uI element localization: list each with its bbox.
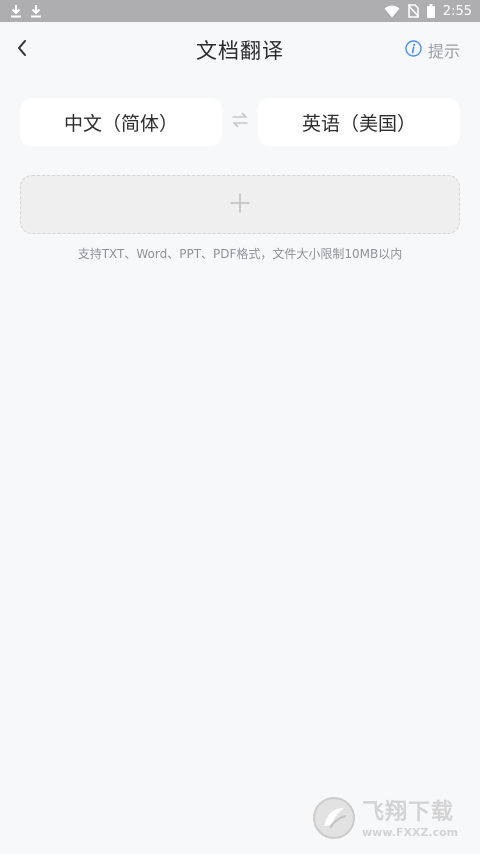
- chevron-left-icon: [16, 39, 28, 61]
- wifi-icon: [384, 5, 400, 18]
- hint-label: 提示: [427, 42, 460, 61]
- watermark-url: www.FXXZ.com: [362, 826, 459, 839]
- hint-button[interactable]: 提示: [405, 38, 460, 62]
- source-language-button[interactable]: 中文（简体）: [20, 98, 222, 146]
- no-sim-icon: [407, 4, 419, 18]
- battery-icon: [426, 4, 435, 18]
- watermark: 飞翔下载 www.FXXZ.com: [312, 796, 472, 844]
- watermark-logo-icon: [312, 796, 356, 844]
- status-bar: 2:55: [0, 0, 480, 22]
- header: 文档翻译 提示: [0, 22, 480, 78]
- status-time: 2:55: [442, 3, 472, 19]
- download-icon: [10, 4, 22, 18]
- back-button[interactable]: [6, 34, 38, 66]
- watermark-title: 飞翔下载: [362, 800, 455, 825]
- plus-icon: [230, 192, 250, 217]
- swap-icon: [231, 112, 249, 132]
- swap-languages-button[interactable]: [228, 110, 252, 134]
- supported-formats-note: 支持TXT、Word、PPT、PDF格式，文件大小限制10MB以内: [77, 247, 403, 261]
- target-language-button[interactable]: 英语（美国）: [258, 98, 460, 146]
- status-left-icons: [10, 4, 42, 18]
- watermark-text: 飞翔下载 www.FXXZ.com: [362, 800, 459, 839]
- info-icon: [405, 39, 422, 61]
- status-right-icons: 2:55: [384, 4, 472, 19]
- language-selector: 中文（简体） 英语（美国）: [20, 98, 460, 146]
- download-icon: [30, 4, 42, 18]
- upload-file-button[interactable]: [20, 175, 460, 234]
- page-title: 文档翻译: [196, 39, 284, 63]
